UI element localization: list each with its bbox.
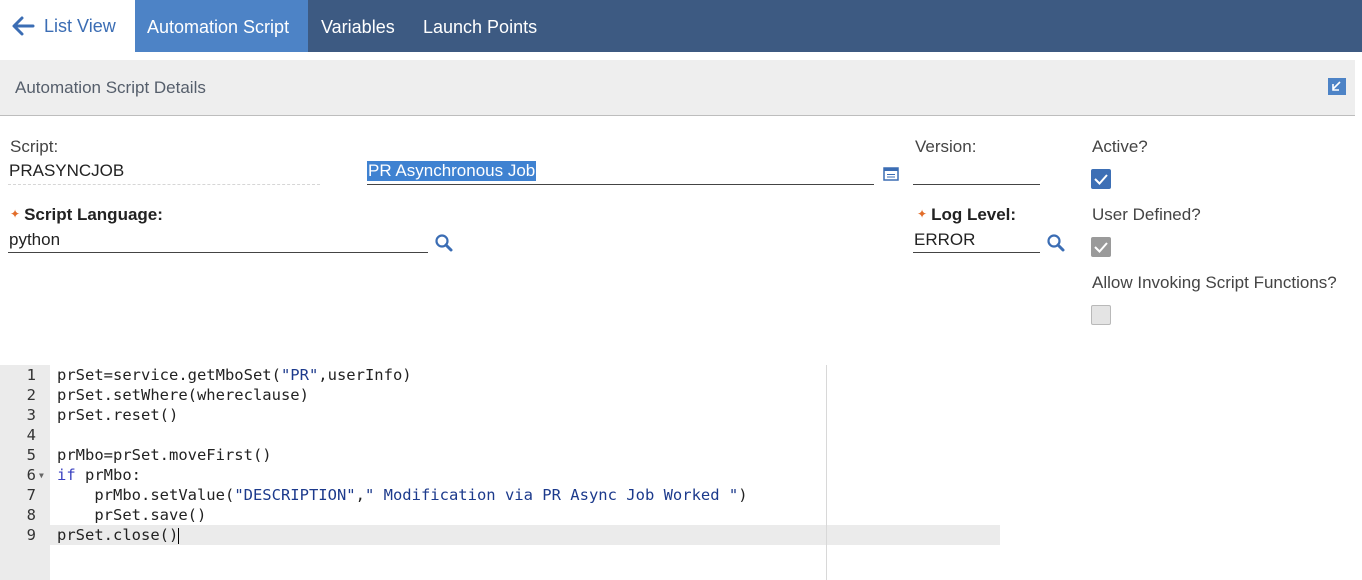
script-language-field[interactable] xyxy=(8,252,428,253)
tab-automation-script[interactable]: Automation Script xyxy=(135,0,308,52)
code-text: prSet.setWhere(whereclause) xyxy=(57,386,309,404)
collapse-section-button[interactable] xyxy=(1328,78,1346,95)
line-number: 5 xyxy=(26,446,36,464)
section-title: Automation Script Details xyxy=(15,78,206,97)
code-line: 6 ▼ if prMbo: xyxy=(0,465,1000,485)
code-text: prSet=service.getMboSet("PR",userInfo) xyxy=(57,366,412,384)
checkmark-icon xyxy=(1094,242,1108,253)
log-level-value[interactable]: ERROR xyxy=(914,230,975,250)
active-label: Active? xyxy=(1092,137,1148,156)
code-line: 4 xyxy=(0,425,1000,445)
allow-invoking-label: Allow Invoking Script Functions? xyxy=(1092,273,1337,292)
active-checkbox[interactable] xyxy=(1091,169,1111,189)
code-line: 7 prMbo.setValue("DESCRIPTION"," Modific… xyxy=(0,485,1000,505)
log-level-field[interactable] xyxy=(913,252,1040,253)
code-text: prMbo=prSet.moveFirst() xyxy=(57,446,272,464)
version-field[interactable] xyxy=(913,184,1040,185)
line-number: 3 xyxy=(26,406,36,424)
required-star-icon: ✦ xyxy=(917,207,928,221)
line-number: 7 xyxy=(26,486,36,504)
code-line: 5 prMbo=prSet.moveFirst() xyxy=(0,445,1000,465)
line-number: 4 xyxy=(26,426,36,444)
code-line: 1 prSet=service.getMboSet("PR",userInfo) xyxy=(0,365,1000,385)
script-value: PRASYNCJOB xyxy=(9,161,125,180)
list-view-label: List View xyxy=(44,15,116,36)
user-defined-checkbox[interactable] xyxy=(1091,237,1111,257)
code-text: prSet.close() xyxy=(57,526,180,544)
tab-bar: List View Automation Script Variables La… xyxy=(0,0,1362,52)
script-label: Script: xyxy=(10,137,59,156)
magnifier-icon[interactable] xyxy=(1046,233,1066,253)
allow-invoking-checkbox[interactable] xyxy=(1091,305,1111,325)
code-text: if prMbo: xyxy=(57,466,141,484)
code-text: prSet.reset() xyxy=(57,406,179,424)
line-number: 2 xyxy=(26,386,36,404)
required-star-icon: ✦ xyxy=(10,207,21,221)
script-language-label: ✦ Script Language: xyxy=(10,205,163,224)
line-number: 6 xyxy=(26,466,36,484)
line-number: 1 xyxy=(26,366,36,384)
description-value: PR Asynchronous Job xyxy=(367,161,537,181)
code-line: 3 prSet.reset() xyxy=(0,405,1000,425)
code-text: prMbo.setValue("DESCRIPTION"," Modificat… xyxy=(57,486,748,504)
script-underline xyxy=(8,184,320,185)
checkmark-icon xyxy=(1094,174,1108,185)
fold-arrow-icon[interactable]: ▼ xyxy=(39,471,44,480)
code-text: prSet.save() xyxy=(57,506,207,524)
script-language-value[interactable]: python xyxy=(9,230,60,250)
collapse-arrow-icon xyxy=(1332,81,1341,91)
code-line: 2 prSet.setWhere(whereclause) xyxy=(0,385,1000,405)
user-defined-label: User Defined? xyxy=(1092,205,1201,224)
magnifier-icon[interactable] xyxy=(434,233,454,253)
long-description-icon[interactable] xyxy=(883,167,899,181)
code-editor[interactable]: 1 prSet=service.getMboSet("PR",userInfo)… xyxy=(0,365,1000,580)
tab-launch-points[interactable]: Launch Points xyxy=(423,0,537,52)
code-line: 9 prSet.close() xyxy=(0,525,1000,545)
line-number: 8 xyxy=(26,506,36,524)
list-view-tab[interactable]: List View xyxy=(0,0,135,52)
tab-variables[interactable]: Variables xyxy=(321,0,395,52)
text-cursor xyxy=(178,527,180,544)
arrow-left-icon xyxy=(12,16,35,36)
line-number: 9 xyxy=(26,526,36,544)
log-level-label: ✦ Log Level: xyxy=(917,205,1017,224)
code-line: 8 prSet.save() xyxy=(0,505,1000,525)
version-label: Version: xyxy=(915,137,977,156)
section-header: Automation Script Details xyxy=(0,60,1355,116)
